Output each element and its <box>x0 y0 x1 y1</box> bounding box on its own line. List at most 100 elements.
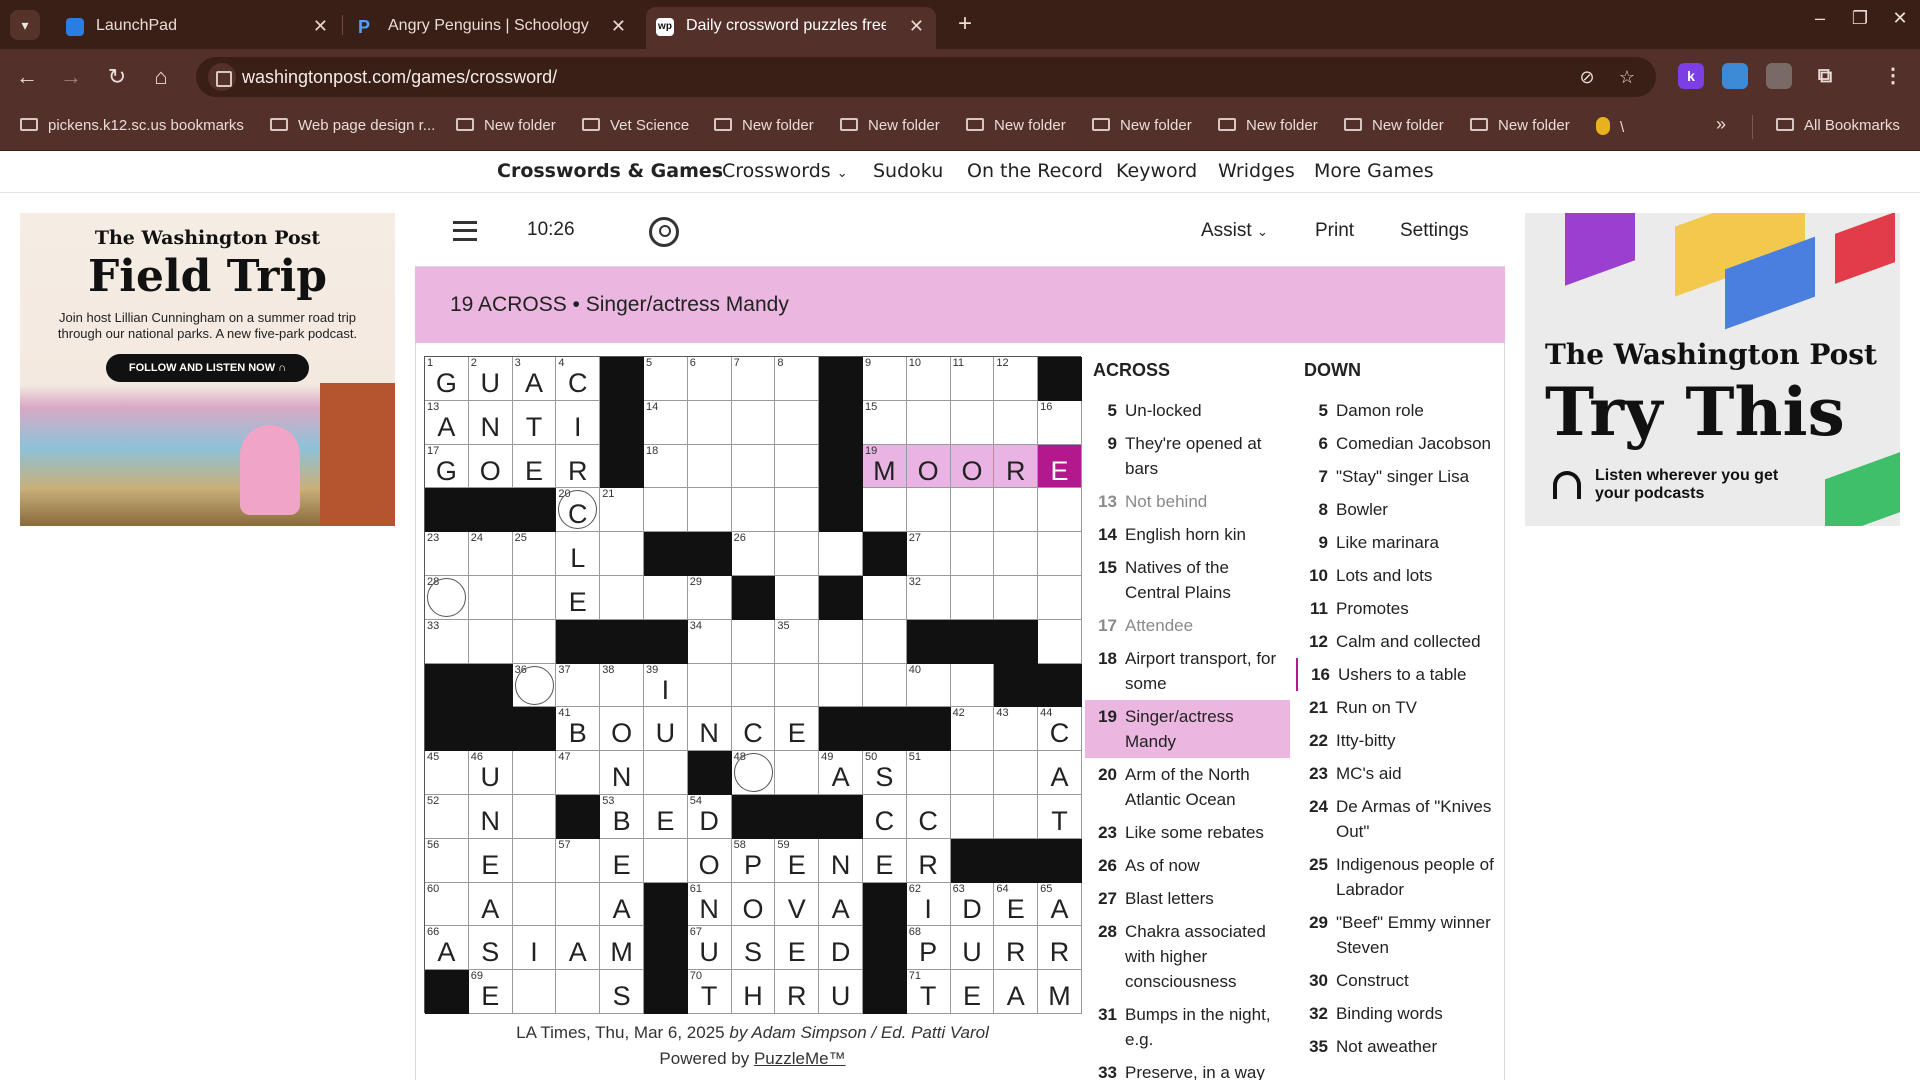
grid-cell[interactable]: R <box>906 838 951 883</box>
grid-cell[interactable]: R <box>1038 926 1082 971</box>
grid-cell[interactable]: 27 <box>906 532 951 576</box>
bookmark-new-folder[interactable]: New folder <box>1470 117 1570 134</box>
tab-launchpad[interactable]: LaunchPad ✕ <box>56 7 340 49</box>
ad-try-this-podcast[interactable]: The Washington Post Try This Listen wher… <box>1525 213 1900 526</box>
grid-cell[interactable]: S <box>600 970 644 1014</box>
nav-crosswords[interactable]: Crosswords ⌄ <box>722 160 848 182</box>
grid-cell[interactable]: 6 <box>687 357 732 401</box>
browser-menu-kebab-icon[interactable]: ⋮ <box>1880 63 1906 89</box>
grid-cell[interactable] <box>600 532 644 576</box>
grid-cell[interactable]: A <box>819 882 863 927</box>
tab-search-chevron-icon[interactable]: ▾ <box>10 10 40 40</box>
grid-cell[interactable] <box>950 400 995 445</box>
grid-cell[interactable]: E <box>643 794 688 839</box>
grid-cell[interactable]: T <box>512 400 557 445</box>
grid-cell[interactable]: E <box>600 838 644 883</box>
grid-cell[interactable] <box>950 488 995 533</box>
grid-cell[interactable]: C <box>862 794 907 839</box>
grid-cell[interactable]: E <box>775 707 820 752</box>
grid-cell[interactable] <box>468 619 513 664</box>
close-tab-icon[interactable]: ✕ <box>611 16 626 37</box>
grid-cell[interactable] <box>1038 575 1082 620</box>
grid-cell[interactable] <box>643 575 688 620</box>
grid-cell[interactable] <box>862 575 907 620</box>
ad-field-trip-podcast[interactable]: The Washington Post Field Trip Join host… <box>20 213 395 526</box>
grid-cell[interactable]: M <box>600 926 644 971</box>
grid-cell[interactable]: O <box>468 444 513 489</box>
across-clue[interactable]: 9 They're opened at bars <box>1085 427 1290 485</box>
down-clue[interactable]: 21 Run on TV <box>1296 691 1501 724</box>
grid-cell[interactable] <box>862 488 907 533</box>
grid-cell[interactable] <box>512 575 557 620</box>
grid-cell[interactable]: A <box>468 882 513 927</box>
grid-cell[interactable]: O <box>906 444 951 489</box>
grid-cell[interactable]: C <box>906 794 951 839</box>
grid-cell[interactable]: 71 T <box>906 970 951 1014</box>
grid-cell[interactable]: 21 <box>600 488 644 533</box>
grid-cell[interactable]: 61 N <box>687 882 732 927</box>
grid-cell[interactable]: 36 <box>512 663 557 708</box>
grid-cell[interactable]: 18 <box>643 444 688 489</box>
across-clue[interactable]: 20 Arm of the North Atlantic Ocean <box>1085 758 1290 816</box>
grid-cell[interactable] <box>775 575 820 620</box>
grid-cell[interactable]: 32 <box>906 575 951 620</box>
down-clue[interactable]: 10 Lots and lots <box>1296 559 1501 592</box>
grid-cell[interactable] <box>731 663 776 708</box>
tab-washington-post-crossword[interactable]: wp Daily crossword puzzles free fr ✕ <box>646 7 936 49</box>
grid-cell[interactable] <box>775 751 820 795</box>
down-clue[interactable]: 35 Not aweather <box>1296 1030 1501 1063</box>
across-clue[interactable]: 23 Like some rebates <box>1085 816 1290 849</box>
grid-cell[interactable]: 48 <box>731 751 776 795</box>
bookmark-new-folder[interactable]: New folder <box>1092 117 1192 134</box>
grid-cell[interactable] <box>687 400 732 445</box>
grid-cell[interactable] <box>731 400 776 445</box>
grid-cell[interactable]: 5 <box>643 357 688 401</box>
grid-cell[interactable]: 40 <box>906 663 951 708</box>
grid-cell[interactable]: 69 E <box>468 970 513 1014</box>
grid-cell[interactable]: S <box>468 926 513 971</box>
puzzleme-link[interactable]: PuzzleMe™ <box>754 1049 846 1068</box>
grid-cell[interactable] <box>775 400 820 445</box>
extensions-puzzle-icon[interactable]: ⧉ <box>1812 63 1838 89</box>
grid-cell[interactable]: E <box>556 575 601 620</box>
grid-cell[interactable]: 42 <box>950 707 995 752</box>
grid-cell[interactable] <box>687 663 732 708</box>
grid-cell[interactable]: 17 G <box>425 444 469 489</box>
grid-cell[interactable]: 65 A <box>1038 882 1082 927</box>
settings-button[interactable]: Settings <box>1400 220 1469 242</box>
grid-cell[interactable]: 14 <box>643 400 688 445</box>
grid-cell[interactable]: 46 U <box>468 751 513 795</box>
grid-cell[interactable]: 57 <box>556 838 601 883</box>
grid-cell[interactable]: 12 <box>994 357 1039 401</box>
bookmark-new-folder[interactable]: New folder <box>1218 117 1318 134</box>
grid-cell[interactable]: 53 B <box>600 794 644 839</box>
grid-cell[interactable]: A <box>600 882 644 927</box>
extension-photo-icon[interactable] <box>1722 63 1748 89</box>
grid-cell[interactable]: E <box>1038 444 1082 489</box>
reload-icon[interactable]: ↻ <box>102 63 132 93</box>
grid-cell[interactable] <box>994 751 1039 795</box>
grid-cell[interactable]: V <box>775 882 820 927</box>
grid-cell[interactable]: R <box>556 444 601 489</box>
grid-cell[interactable]: 67 U <box>687 926 732 971</box>
across-clue[interactable]: 18 Airport transport, for some <box>1085 642 1290 700</box>
grid-cell[interactable] <box>556 970 601 1014</box>
grid-cell[interactable] <box>775 444 820 489</box>
grid-cell[interactable] <box>512 794 557 839</box>
grid-cell[interactable]: 52 <box>425 794 469 839</box>
back-arrow-icon[interactable]: ← <box>12 63 42 93</box>
grid-cell[interactable]: A <box>556 926 601 971</box>
extension-k-icon[interactable]: k <box>1678 63 1704 89</box>
grid-cell[interactable] <box>994 400 1039 445</box>
grid-cell[interactable] <box>643 488 688 533</box>
grid-cell[interactable]: 25 <box>512 532 557 576</box>
close-tab-icon[interactable]: ✕ <box>313 16 328 37</box>
bookmark-new-folder[interactable]: New folder <box>966 117 1066 134</box>
grid-cell[interactable]: 49 A <box>819 751 863 795</box>
restore-window-icon[interactable]: ❐ <box>1840 8 1880 29</box>
grid-cell[interactable]: 23 <box>425 532 469 576</box>
ad-follow-listen-button[interactable]: FOLLOW AND LISTEN NOW ∩ <box>106 354 309 382</box>
more-bookmarks-chevron-icon[interactable]: » <box>1716 114 1726 135</box>
home-icon[interactable]: ⌂ <box>146 63 176 93</box>
grid-cell[interactable]: 9 <box>862 357 907 401</box>
